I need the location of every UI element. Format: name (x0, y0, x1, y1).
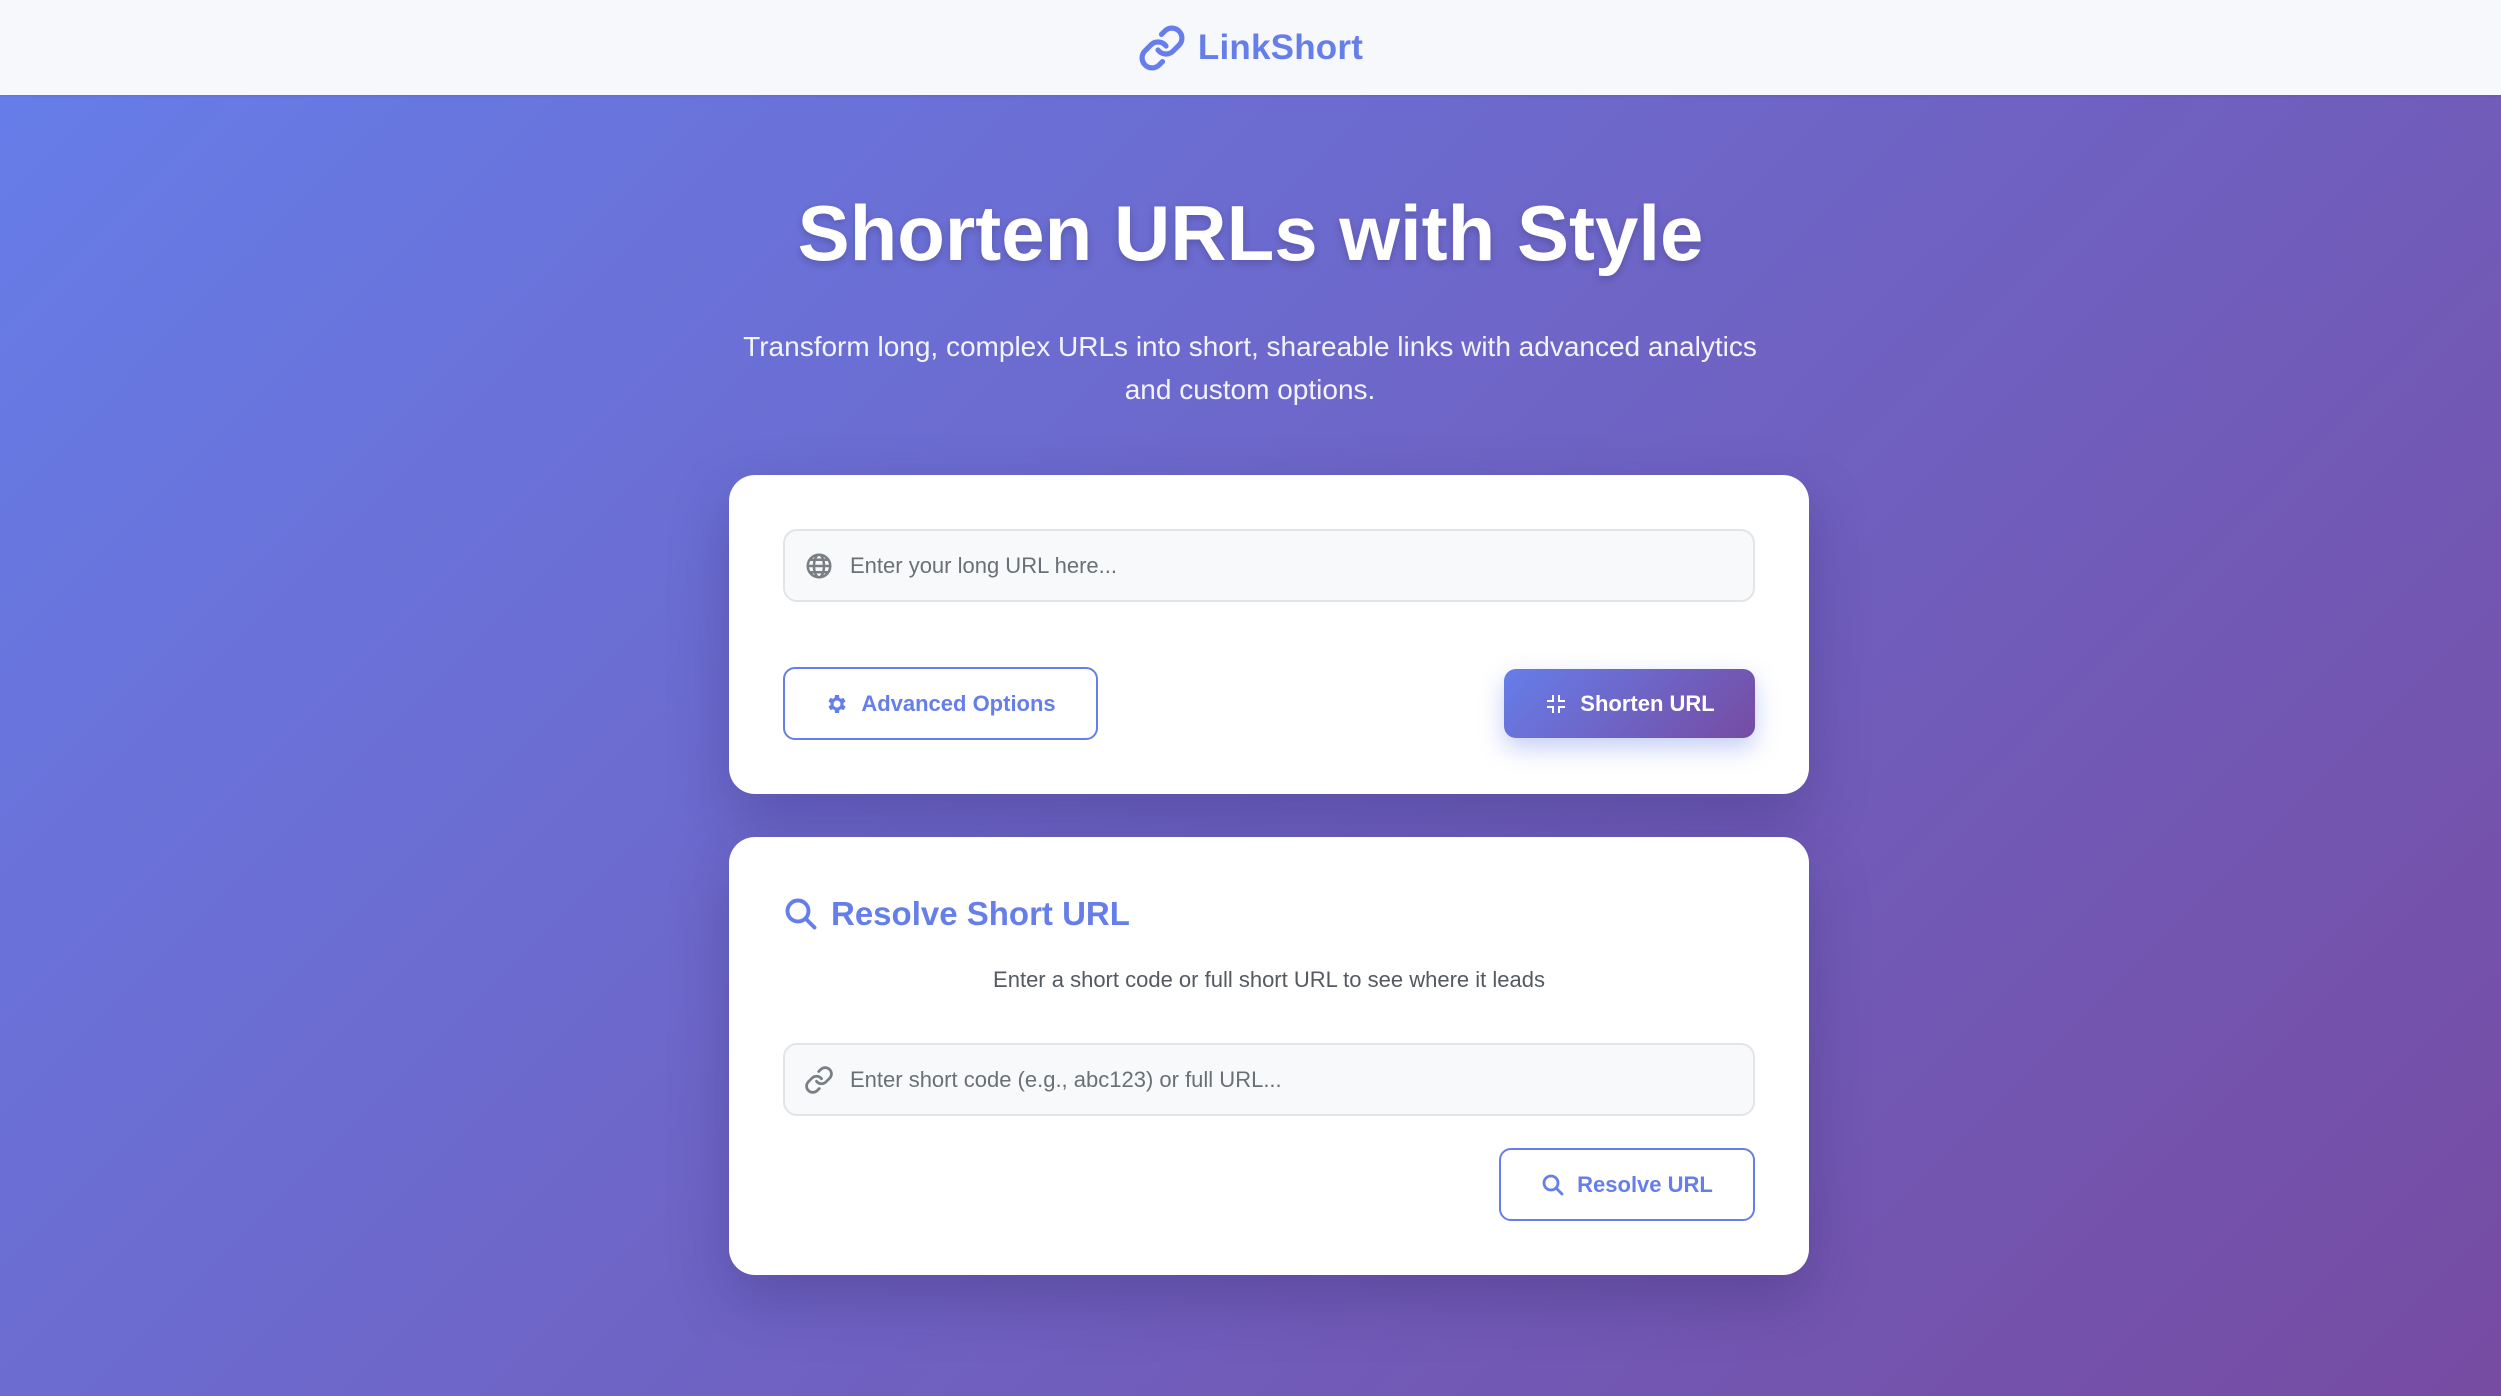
globe-icon (804, 551, 834, 581)
resolve-url-button[interactable]: Resolve URL (1499, 1148, 1755, 1221)
resolve-description: Enter a short code or full short URL to … (993, 967, 1545, 992)
resolve-heading: Resolve Short URL (783, 895, 1130, 933)
link-icon (1138, 24, 1186, 72)
top-navbar: LinkShort (0, 0, 2501, 95)
search-icon (1541, 1173, 1565, 1197)
long-url-field (783, 529, 1755, 602)
resolve-url-label: Resolve URL (1577, 1171, 1713, 1197)
gear-icon (825, 692, 849, 716)
shorten-url-label: Shorten URL (1580, 690, 1715, 716)
shorten-card: Advanced Options Shorten URL (729, 475, 1809, 794)
advanced-options-label: Advanced Options (861, 690, 1056, 716)
long-url-input[interactable] (850, 531, 1753, 600)
brand-name: LinkShort (1197, 27, 1364, 67)
resolve-title: Resolve Short URL (831, 895, 1130, 932)
short-code-field (783, 1043, 1755, 1116)
brand-logo[interactable]: LinkShort (1138, 24, 1363, 72)
search-icon (783, 896, 819, 932)
shorten-url-button[interactable]: Shorten URL (1504, 669, 1755, 738)
hero-title: Shorten URLs with Style (797, 189, 1704, 277)
hero-subtitle: Transform long, complex URLs into short,… (743, 331, 1757, 405)
resolve-card: Resolve Short URL Enter a short code or … (729, 837, 1809, 1275)
short-code-input[interactable] (850, 1045, 1753, 1114)
advanced-options-button[interactable]: Advanced Options (783, 667, 1098, 740)
compress-icon (1544, 692, 1568, 716)
link-icon (804, 1065, 834, 1095)
